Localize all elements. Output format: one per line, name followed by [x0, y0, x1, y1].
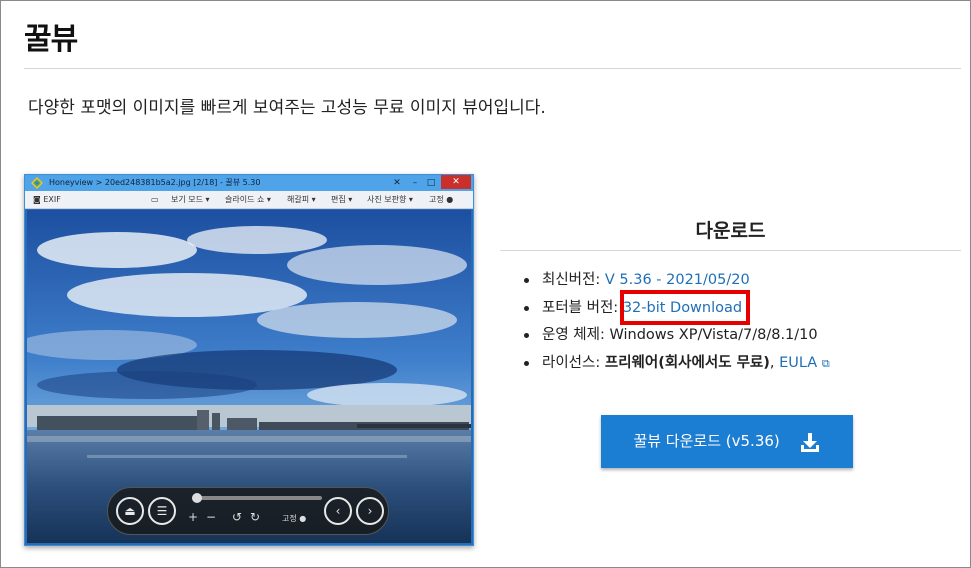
page-description: 다양한 포맷의 이미지를 빠르게 보여주는 고성능 무료 이미지 뷰어입니다. [28, 98, 546, 118]
portable-version-label: 포터블 버전: [542, 299, 623, 316]
minus-icon: − [206, 510, 217, 524]
download-heading: 다운로드 [695, 220, 766, 242]
menu-icon: ☰ [148, 497, 176, 525]
latest-version-label: 최신버전: [542, 272, 605, 288]
rotate-right-icon: ↻ [250, 510, 261, 524]
download-icon [800, 432, 819, 452]
os-value: Windows XP/Vista/7/8/8.1/10 [609, 327, 818, 343]
download-divider [500, 250, 961, 251]
camera-icon: ◙ [33, 195, 41, 204]
minimize-icon: – [412, 178, 418, 188]
external-link-icon: ⧉ [821, 356, 830, 370]
os-label: 운영 체제: [542, 327, 610, 343]
restore-icon: ✕ [393, 178, 401, 188]
pin-icon: ● [446, 195, 454, 204]
toolbar-item: 보기 모드 ▾ [171, 195, 210, 204]
download-button-label: 꿀뷰 다운로드 (v5.36) [633, 432, 780, 450]
viewer-pin: 고정 ● [282, 514, 307, 523]
screenshot-window-title: Honeyview > 20ed248381b5a2.jpg [2/18] - … [49, 178, 261, 187]
screenshot-toolbar: ◙ EXIF ▭ 보기 모드 ▾ 슬라이드 쇼 ▾ 해갈피 ▾ 편집 ▾ 사진 … [25, 191, 473, 209]
maximize-icon: □ [426, 178, 436, 188]
highlight-box [620, 290, 750, 325]
license-value: 프리웨어(회사에서도 무료) [604, 354, 770, 371]
title-divider [24, 68, 961, 69]
toolbar-item: 편집 ▾ [331, 195, 353, 204]
page-title: 꿀뷰 [24, 22, 78, 57]
download-button[interactable]: 꿀뷰 다운로드 (v5.36) [601, 415, 853, 468]
latest-version-link[interactable]: V 5.36 - 2021/05/20 [605, 272, 750, 288]
eula-link[interactable]: EULA [779, 355, 817, 371]
eject-icon: ⏏ [116, 497, 144, 525]
list-item: 라이선스: 프리웨어(회사에서도 무료), EULA ⧉ [524, 353, 830, 381]
download-info-list: 최신버전: V 5.36 - 2021/05/20 포터블 버전: 32-bit… [524, 270, 830, 380]
screenshot-photo: ⏏ ☰ + − ↺ ↻ 고정 ● ‹ › [27, 210, 471, 543]
toolbar-item: 슬라이드 쇼 ▾ [225, 195, 271, 204]
license-label: 라이선스: [542, 354, 605, 371]
screenshot-titlebar: Honeyview > 20ed248381b5a2.jpg [2/18] - … [25, 175, 473, 191]
toolbar-pin: 고정 ● [429, 195, 454, 204]
plus-icon: + [188, 510, 199, 524]
app-screenshot: Honeyview > 20ed248381b5a2.jpg [2/18] - … [24, 174, 474, 546]
prev-icon: ‹ [324, 497, 352, 525]
next-icon: › [356, 497, 384, 525]
toolbar-item: 해갈피 ▾ [287, 195, 316, 204]
toolbar-item: 사진 보판향 ▾ [367, 195, 413, 204]
exif-button: ◙ EXIF [33, 191, 61, 209]
close-icon: ✕ [441, 175, 471, 189]
view-mode-icon: ▭ [151, 195, 159, 204]
exif-label: EXIF [43, 195, 61, 204]
rotate-left-icon: ↺ [232, 510, 243, 524]
viewer-progress-slider [192, 493, 322, 503]
viewer-controls: ⏏ ☰ + − ↺ ↻ 고정 ● ‹ › [107, 487, 389, 535]
list-item: 운영 체제: Windows XP/Vista/7/8/8.1/10 [524, 325, 830, 353]
honeyview-logo-icon [31, 177, 43, 189]
